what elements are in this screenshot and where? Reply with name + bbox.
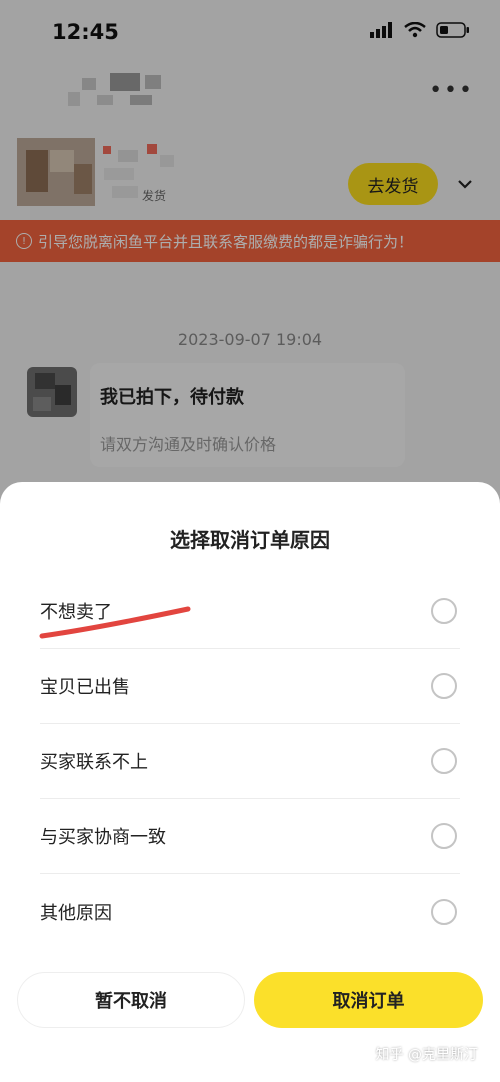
red-underline-annotation bbox=[39, 606, 191, 639]
radio-button[interactable] bbox=[431, 898, 457, 925]
reason-label: 其他原因 bbox=[40, 902, 112, 924]
radio-button[interactable] bbox=[431, 673, 457, 699]
reason-option-agreed[interactable]: 与买家协商一致 bbox=[40, 799, 460, 874]
reason-label: 宝贝已出售 bbox=[40, 677, 130, 698]
reason-option-sold[interactable]: 宝贝已出售 bbox=[40, 649, 460, 724]
radio-button[interactable] bbox=[431, 598, 457, 624]
reason-option-other[interactable]: 其他原因 bbox=[40, 874, 460, 949]
radio-button[interactable] bbox=[431, 823, 457, 849]
keep-order-button[interactable]: 暂不取消 bbox=[17, 972, 245, 1028]
watermark: 知乎 @克里斯汀 bbox=[375, 1047, 478, 1063]
reason-label: 与买家协商一致 bbox=[40, 827, 166, 848]
reason-label: 买家联系不上 bbox=[40, 752, 148, 773]
radio-button[interactable] bbox=[431, 748, 457, 774]
cancel-order-button[interactable]: 取消订单 bbox=[254, 972, 483, 1028]
cancel-reason-sheet: 选择取消订单原因 不想卖了 宝贝已出售 买家联系不上 与买家协商一致 其他原因 … bbox=[0, 482, 500, 1082]
reason-option-unreachable[interactable]: 买家联系不上 bbox=[40, 724, 460, 799]
sheet-title: 选择取消订单原因 bbox=[170, 528, 330, 552]
